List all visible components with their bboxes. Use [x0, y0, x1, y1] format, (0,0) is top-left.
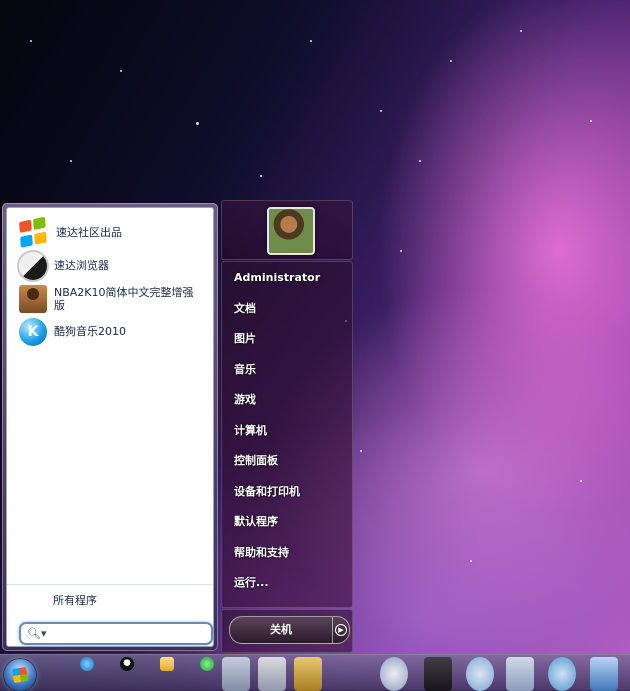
shutdown-area: 关机 ▶ [221, 609, 353, 653]
right-item-devices-printers[interactable]: 设备和打印机 [222, 476, 352, 507]
right-item-games[interactable]: 游戏 [222, 384, 352, 415]
start-menu-left-pane: 速达社区出品 速达浏览器 NBA2K10简体中文完整增强版 K 酷狗音乐2010… [2, 203, 218, 651]
right-item-computer[interactable]: 计算机 [222, 415, 352, 446]
shutdown-button[interactable]: 关机 [229, 616, 332, 644]
dock-item-icon[interactable] [294, 657, 322, 691]
search-box[interactable]: 🔍︎▾ [19, 622, 213, 645]
start-menu-right-pane: Administrator 文档 图片 音乐 游戏 计算机 控制面板 设备和打印… [221, 261, 353, 608]
program-label: NBA2K10简体中文完整增强版 [54, 285, 194, 312]
search-input[interactable] [46, 626, 201, 641]
right-item-run[interactable]: 运行... [222, 567, 352, 598]
nba-player-icon [19, 284, 47, 313]
taskbar [0, 654, 630, 691]
dock-item-icon[interactable] [590, 657, 618, 691]
right-item-music[interactable]: 音乐 [222, 354, 352, 385]
start-orb-icon[interactable] [4, 659, 36, 691]
dock-item-icon[interactable] [222, 657, 250, 691]
internet-explorer-icon[interactable] [80, 657, 94, 671]
dock-item-icon[interactable] [466, 657, 494, 691]
search-icon: 🔍︎▾ [27, 627, 47, 640]
program-list-panel: 速达社区出品 速达浏览器 NBA2K10简体中文完整增强版 K 酷狗音乐2010… [6, 207, 214, 647]
qq-penguin-icon[interactable] [120, 657, 134, 671]
shutdown-label: 关机 [270, 623, 292, 636]
dock-item-icon[interactable] [258, 657, 286, 691]
yinyang-browser-icon [19, 251, 47, 280]
program-item-nba2k10[interactable]: NBA2K10简体中文完整增强版 [7, 282, 213, 315]
all-programs-button[interactable]: 所有程序 [7, 584, 213, 615]
dock-item-icon[interactable] [424, 657, 452, 691]
dock-item-icon[interactable] [506, 657, 534, 691]
program-label: 酷狗音乐2010 [54, 325, 126, 338]
windows-flag-icon [18, 214, 50, 252]
right-item-control-panel[interactable]: 控制面板 [222, 445, 352, 476]
pinned-programs-list: 速达社区出品 速达浏览器 NBA2K10简体中文完整增强版 K 酷狗音乐2010 [7, 216, 213, 348]
right-item-documents[interactable]: 文档 [222, 293, 352, 324]
program-item-kugou[interactable]: K 酷狗音乐2010 [7, 315, 213, 348]
folder-icon[interactable] [160, 657, 174, 671]
user-picture-frame [221, 200, 353, 260]
dock-item-icon[interactable] [548, 657, 576, 691]
program-label: 速达浏览器 [54, 259, 109, 272]
right-item-help-support[interactable]: 帮助和支持 [222, 537, 352, 568]
kugou-music-icon: K [19, 317, 47, 346]
refresh-icon[interactable] [200, 657, 214, 671]
chevron-right-icon: ▶ [335, 624, 347, 636]
avatar[interactable] [267, 207, 315, 255]
program-item-sudashequ[interactable]: 速达社区出品 [7, 216, 213, 249]
shutdown-options-button[interactable]: ▶ [332, 616, 350, 644]
program-item-suda-browser[interactable]: 速达浏览器 [7, 249, 213, 282]
program-label: 速达社区出品 [56, 226, 122, 239]
all-programs-label: 所有程序 [53, 594, 97, 607]
right-item-administrator[interactable]: Administrator [222, 262, 352, 293]
right-item-default-programs[interactable]: 默认程序 [222, 506, 352, 537]
dock-item-icon[interactable] [380, 657, 408, 691]
right-item-pictures[interactable]: 图片 [222, 323, 352, 354]
